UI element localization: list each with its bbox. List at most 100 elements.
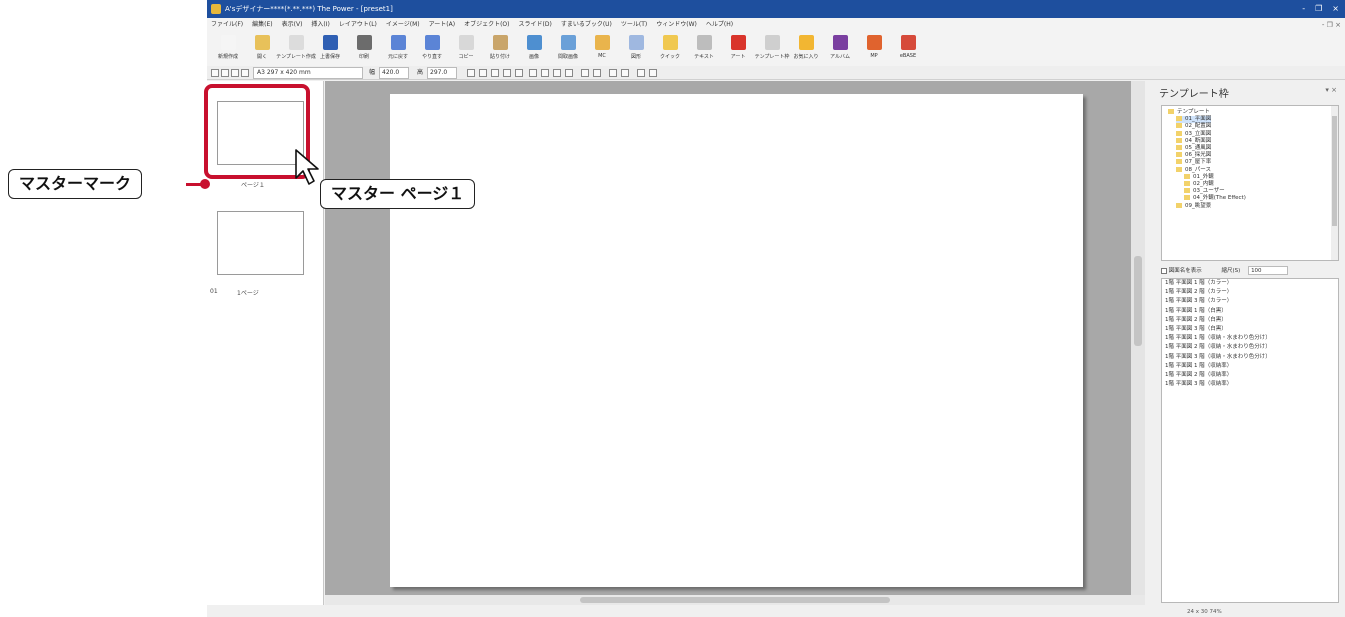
toolbar-button-12[interactable]: 図形: [619, 32, 653, 66]
menu-item-2[interactable]: 表示(V): [282, 18, 303, 32]
align-center-icon[interactable]: [479, 69, 487, 77]
guide-icon[interactable]: [621, 69, 629, 77]
toolbar-button-0[interactable]: 新規作成: [211, 32, 245, 66]
vertical-scroll-thumb[interactable]: [1134, 256, 1142, 346]
toolbar-button-13[interactable]: クイック: [653, 32, 687, 66]
menu-item-6[interactable]: アート(A): [429, 18, 455, 32]
menu-item-4[interactable]: レイアウト(L): [339, 18, 377, 32]
tree-node[interactable]: 02_内観: [1184, 181, 1214, 188]
group-icon[interactable]: [553, 69, 561, 77]
toolbar-button-17[interactable]: お気に入り: [789, 32, 823, 66]
tree-node[interactable]: 05_通風図: [1176, 145, 1211, 152]
list-item[interactable]: 1階 平面図 3 階（収納率）: [1162, 380, 1338, 389]
list-item[interactable]: 1階 平面図 2 階（収納率）: [1162, 371, 1338, 380]
tree-node[interactable]: 09_眺望景: [1176, 202, 1211, 210]
toolbar-button-10[interactable]: 間取画像: [551, 32, 585, 66]
menu-item-12[interactable]: ヘルプ(H): [706, 18, 733, 32]
list-item[interactable]: 1階 平面図 1 階（収納率）: [1162, 362, 1338, 371]
zoom-in-icon[interactable]: [241, 69, 249, 77]
menu-item-9[interactable]: すまいるブック(U): [561, 18, 612, 32]
tree-node[interactable]: 08_パース: [1176, 166, 1211, 174]
toolbar-button-11[interactable]: MC: [585, 32, 619, 66]
toolbar-button-8[interactable]: 貼り付け: [483, 32, 517, 66]
hand-tool-icon[interactable]: [231, 69, 239, 77]
tree-node[interactable]: 02_配置図: [1176, 123, 1211, 130]
layer2-icon[interactable]: [649, 69, 657, 77]
toolbar-button-label: MC: [598, 53, 606, 59]
toolbar-button-3[interactable]: 上書保存: [313, 32, 347, 66]
toolbar-button-18[interactable]: アルバム: [823, 32, 857, 66]
menu-item-8[interactable]: スライド(D): [519, 18, 552, 32]
toolbar-button-1[interactable]: 開く: [245, 32, 279, 66]
menu-item-10[interactable]: ツール(T): [621, 18, 647, 32]
tree-node[interactable]: 07_屋下率: [1176, 159, 1211, 166]
toolbar-button-4[interactable]: 印刷: [347, 32, 381, 66]
list-item[interactable]: 1階 平面図 2 階（白黒）: [1162, 316, 1338, 325]
horizontal-scrollbar[interactable]: [325, 595, 1145, 605]
menu-item-11[interactable]: ウィンドウ(W): [656, 18, 697, 32]
tree-node[interactable]: 04_外観(The Effect): [1184, 195, 1246, 202]
show-name-checkbox-icon[interactable]: [1161, 267, 1167, 274]
menu-item-5[interactable]: イメージ(M): [386, 18, 420, 32]
list-item[interactable]: 1階 平面図 3 階（カラー）: [1162, 297, 1338, 306]
horizontal-scroll-thumb[interactable]: [580, 597, 890, 603]
ebase-icon: [900, 35, 916, 50]
scale-select[interactable]: 100: [1248, 266, 1289, 275]
maximize-button[interactable]: ❐: [1315, 0, 1322, 18]
toolbar-button-7[interactable]: コピー: [449, 32, 483, 66]
toolbar-button-16[interactable]: テンプレート枠: [755, 32, 789, 66]
minimize-button[interactable]: -: [1302, 0, 1305, 18]
menu-item-1[interactable]: 編集(E): [252, 18, 272, 32]
send-back-icon[interactable]: [541, 69, 549, 77]
frame-icon[interactable]: [581, 69, 589, 77]
width-input[interactable]: 420.0: [379, 67, 409, 79]
tree-scrollbar[interactable]: [1331, 106, 1338, 260]
template-tree[interactable]: テンプレート 01_平面図 02_配置図 03_立面図 04_断面図 05_通風図 06_採…: [1161, 105, 1339, 261]
toolbar-button-20[interactable]: eBASE: [891, 32, 925, 66]
bring-front-icon[interactable]: [529, 69, 537, 77]
toolbar-button-19[interactable]: MP: [857, 32, 891, 66]
tree-node[interactable]: 01_外観: [1184, 173, 1214, 181]
paper-size-select[interactable]: A3 297 x 420 mm: [253, 67, 363, 79]
tree-node[interactable]: 04_断面図: [1176, 137, 1211, 145]
grid-icon[interactable]: [609, 69, 617, 77]
toolbar-button-5[interactable]: 元に戻す: [381, 32, 415, 66]
list-item[interactable]: 1階 平面図 3 階（白黒）: [1162, 325, 1338, 334]
tree-node[interactable]: テンプレート: [1168, 109, 1210, 116]
frame2-icon[interactable]: [593, 69, 601, 77]
menu-item-3[interactable]: 挿入(I): [311, 18, 329, 32]
toolbar-button-6[interactable]: やり直す: [415, 32, 449, 66]
list-item[interactable]: 1階 平面図 2 階（収納・水まわり色分け）: [1162, 343, 1338, 352]
layer-icon[interactable]: [637, 69, 645, 77]
page-1-thumbnail[interactable]: [217, 211, 304, 275]
menu-bar: - ❐ × ファイル(F) 編集(E) 表示(V) 挿入(I) レイアウト(L) イメージ…: [207, 18, 1345, 32]
mdi-controls[interactable]: - ❐ ×: [1322, 18, 1341, 32]
layout-canvas[interactable]: [325, 81, 1145, 605]
close-button[interactable]: ×: [1332, 0, 1339, 18]
toolbar-button-15[interactable]: アート: [721, 32, 755, 66]
template-list[interactable]: 1階 平面図 1 階（カラー） 1階 平面図 2 階（カラー） 1階 平面図 3 階…: [1161, 278, 1339, 603]
toolbar-button-2[interactable]: テンプレート作成: [276, 32, 316, 66]
height-input[interactable]: 297.0: [427, 67, 457, 79]
list-item[interactable]: 1階 平面図 3 階（収納・水まわり色分け）: [1162, 353, 1338, 362]
zoom-icon[interactable]: [221, 69, 229, 77]
list-item[interactable]: 1階 平面図 1 階（カラー）: [1162, 279, 1338, 288]
ungroup-icon[interactable]: [565, 69, 573, 77]
align-right-icon[interactable]: [491, 69, 499, 77]
list-item[interactable]: 1階 平面図 1 階（収納・水まわり色分け）: [1162, 334, 1338, 343]
list-item[interactable]: 1階 平面図 1 階（白黒）: [1162, 307, 1338, 316]
toolbar-button-14[interactable]: テキスト: [687, 32, 721, 66]
list-item[interactable]: 1階 平面図 2 階（カラー）: [1162, 288, 1338, 297]
toolbar-button-9[interactable]: 画像: [517, 32, 551, 66]
align-left-icon[interactable]: [467, 69, 475, 77]
tree-scroll-thumb[interactable]: [1332, 116, 1337, 226]
select-tool-icon[interactable]: [211, 69, 219, 77]
menu-item-7[interactable]: オブジェクト(O): [464, 18, 509, 32]
line-color-icon[interactable]: [515, 69, 523, 77]
panel-close-button[interactable]: ▾ ×: [1325, 86, 1337, 94]
menu-item-0[interactable]: ファイル(F): [211, 18, 243, 32]
paper-sheet[interactable]: [390, 94, 1083, 587]
vertical-scrollbar[interactable]: [1131, 81, 1145, 595]
color-fill-icon[interactable]: [503, 69, 511, 77]
tree-node[interactable]: 03_立面図: [1176, 130, 1211, 138]
